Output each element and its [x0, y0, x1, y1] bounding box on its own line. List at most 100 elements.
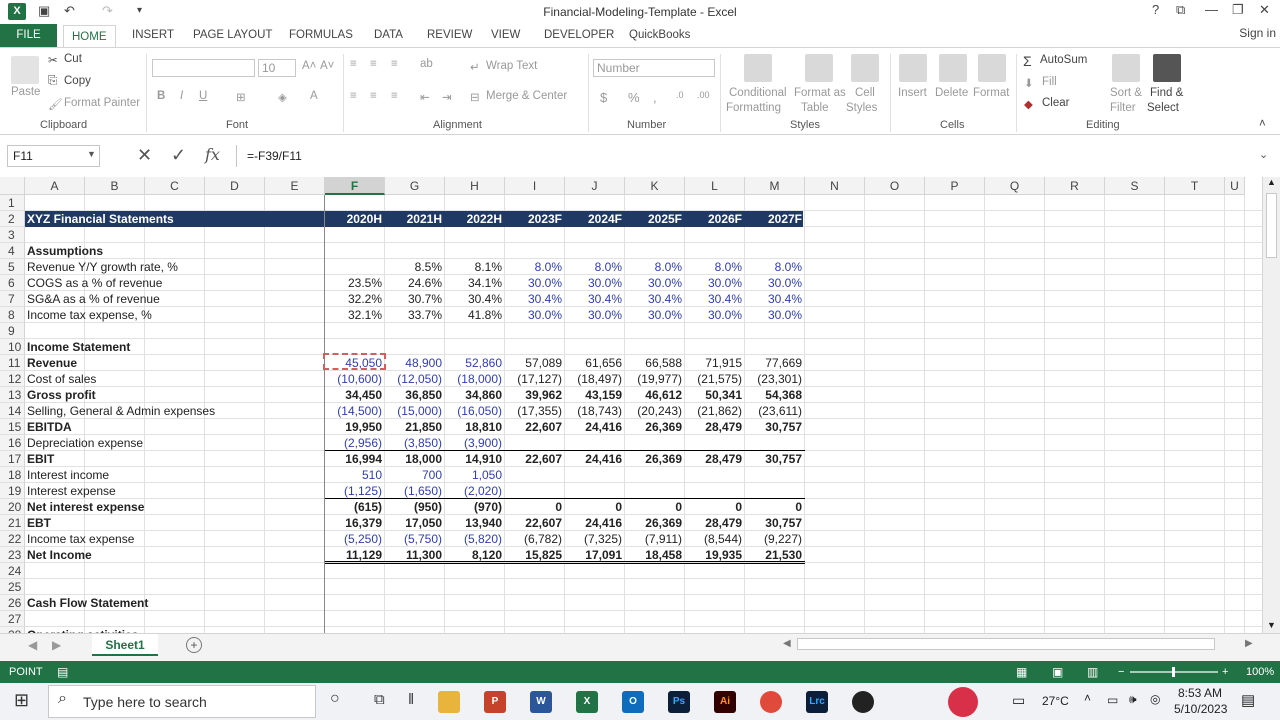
row-header-7[interactable]: 7	[0, 291, 25, 307]
weather-temperature[interactable]: 27°C	[1042, 694, 1069, 708]
lightroom-icon[interactable]: Lrc	[806, 691, 828, 713]
align-top-icon[interactable]: ≡	[350, 58, 357, 70]
data-cell[interactable]: 28,479	[685, 515, 742, 531]
data-cell[interactable]	[625, 435, 682, 451]
sheet-title[interactable]: XYZ Financial Statements	[27, 211, 174, 227]
cortana-icon[interactable]: ○	[330, 690, 340, 708]
data-cell[interactable]: 18,000	[385, 451, 442, 467]
row-header-26[interactable]: 26	[0, 595, 25, 611]
data-cell[interactable]: 30.0%	[565, 307, 622, 323]
autosum-button[interactable]: AutoSum	[1040, 54, 1087, 66]
data-cell[interactable]: (8,544)	[685, 531, 742, 547]
merge-center-button[interactable]: Merge & Center	[486, 90, 567, 102]
row-label[interactable]: Assumptions	[27, 243, 103, 259]
data-cell[interactable]: (2,020)	[445, 483, 502, 499]
file-explorer-icon[interactable]	[438, 691, 460, 713]
normal-view-icon[interactable]: ▦	[1016, 661, 1027, 683]
fill-button[interactable]: Fill	[1042, 76, 1057, 88]
tab-file[interactable]: FILE	[0, 24, 57, 47]
align-bottom-icon[interactable]: ≡	[391, 58, 398, 70]
row-label[interactable]: EBITDA	[27, 419, 72, 435]
taskbar-search[interactable]: Type here to search	[48, 685, 316, 718]
data-cell[interactable]: 510	[325, 467, 382, 483]
column-header-l[interactable]: L	[685, 177, 745, 195]
column-header-a[interactable]: A	[25, 177, 85, 195]
help-icon[interactable]: ?	[1152, 2, 1159, 17]
data-cell[interactable]	[685, 483, 742, 499]
close-icon[interactable]: ✕	[1259, 2, 1270, 18]
align-right-icon[interactable]: ≡	[391, 90, 398, 102]
row-header-4[interactable]: 4	[0, 243, 25, 259]
data-cell[interactable]: (21,862)	[685, 403, 742, 419]
data-cell[interactable]: (9,227)	[745, 531, 802, 547]
data-cell[interactable]: 32.1%	[325, 307, 382, 323]
row-header-18[interactable]: 18	[0, 467, 25, 483]
minimize-icon[interactable]: —	[1205, 2, 1218, 17]
data-cell[interactable]: 26,369	[625, 451, 682, 467]
row-label[interactable]: Income Statement	[27, 339, 130, 355]
row-label[interactable]: Cost of sales	[27, 371, 96, 387]
task-view-icon[interactable]: ⧉	[374, 691, 385, 708]
data-cell[interactable]: (2,956)	[325, 435, 382, 451]
year-header-2027f[interactable]: 2027F	[745, 211, 802, 227]
data-cell[interactable]: 22,607	[505, 419, 562, 435]
data-cell[interactable]: (5,750)	[385, 531, 442, 547]
find-select-button[interactable]: Find &	[1150, 87, 1183, 99]
align-center-icon[interactable]: ≡	[370, 90, 377, 102]
data-cell[interactable]	[505, 435, 562, 451]
scroll-left-icon[interactable]: ◀	[783, 638, 791, 649]
data-cell[interactable]: 36,850	[385, 387, 442, 403]
font-name-dropdown[interactable]	[152, 59, 255, 77]
next-sheet-icon[interactable]: ▶	[52, 638, 61, 652]
data-cell[interactable]	[745, 467, 802, 483]
vertical-scrollbar[interactable]: ▲ ▼	[1262, 177, 1280, 633]
data-cell[interactable]: (1,125)	[325, 483, 382, 499]
data-cell[interactable]: (19,977)	[625, 371, 682, 387]
data-cell[interactable]: (615)	[325, 499, 382, 515]
orientation-icon[interactable]: ab	[420, 58, 433, 70]
column-header-s[interactable]: S	[1105, 177, 1165, 195]
data-cell[interactable]: (17,127)	[505, 371, 562, 387]
data-cell[interactable]: 30.4%	[505, 291, 562, 307]
data-cell[interactable]: 24,416	[565, 515, 622, 531]
data-cell[interactable]: 700	[385, 467, 442, 483]
row-label[interactable]: EBIT	[27, 451, 54, 467]
data-cell[interactable]: 30.0%	[745, 307, 802, 323]
year-header-2023f[interactable]: 2023F	[505, 211, 562, 227]
bold-icon[interactable]: B	[157, 90, 165, 102]
comma-icon[interactable]: ,	[653, 90, 657, 105]
data-cell[interactable]: 46,612	[625, 387, 682, 403]
row-label[interactable]: Gross profit	[27, 387, 96, 403]
data-cell[interactable]: (17,355)	[505, 403, 562, 419]
column-header-q[interactable]: Q	[985, 177, 1045, 195]
prev-sheet-icon[interactable]: ◀	[28, 638, 37, 652]
tab-review[interactable]: REVIEW	[427, 24, 472, 47]
data-cell[interactable]: 30.0%	[565, 275, 622, 291]
row-header-27[interactable]: 27	[0, 611, 25, 627]
data-cell[interactable]: 19,950	[325, 419, 382, 435]
page-layout-view-icon[interactable]: ▣	[1052, 661, 1063, 683]
data-cell[interactable]: 66,588	[625, 355, 682, 371]
row-label[interactable]: COGS as a % of revenue	[27, 275, 162, 291]
worksheet-grid[interactable]: ABCDEFGHIJKLMNOPQRSTU 1 2 3 4 5 6 7 8 9 10 11 12 13 1…	[0, 177, 1262, 633]
data-cell[interactable]: 16,994	[325, 451, 382, 467]
tab-insert[interactable]: INSERT	[132, 24, 174, 47]
vertical-scroll-thumb[interactable]	[1266, 193, 1277, 258]
data-cell[interactable]: 26,369	[625, 419, 682, 435]
format-as-table-button[interactable]: Format as	[794, 87, 846, 99]
ribbon-display-icon[interactable]: ⧉	[1176, 2, 1185, 18]
recording-app-icon[interactable]	[948, 687, 978, 717]
zoom-in-icon[interactable]: +	[1222, 661, 1228, 683]
data-cell[interactable]: 30.0%	[685, 307, 742, 323]
data-cell[interactable]: 8.0%	[745, 259, 802, 275]
data-cell[interactable]	[325, 259, 382, 275]
collapse-ribbon-icon[interactable]: ˄	[1259, 118, 1266, 130]
row-header-6[interactable]: 6	[0, 275, 25, 291]
data-cell[interactable]: 30.4%	[745, 291, 802, 307]
data-cell[interactable]: 0	[745, 499, 802, 515]
row-header-19[interactable]: 19	[0, 483, 25, 499]
data-cell[interactable]: 30.4%	[565, 291, 622, 307]
year-header-2021h[interactable]: 2021H	[385, 211, 442, 227]
data-cell[interactable]: (10,600)	[325, 371, 382, 387]
data-cell[interactable]: 8.1%	[445, 259, 502, 275]
